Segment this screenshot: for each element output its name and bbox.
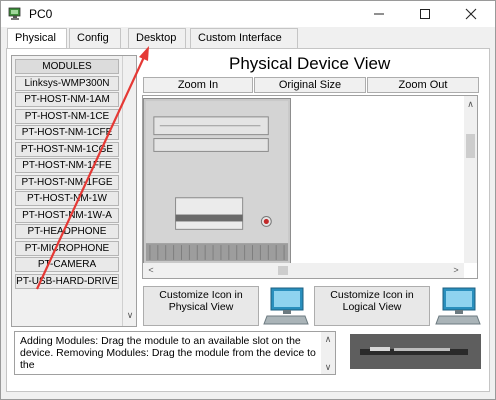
chevron-up-icon[interactable]: ∧ bbox=[323, 334, 333, 344]
module-item[interactable]: PT-HOST-NM-1W bbox=[15, 191, 119, 206]
original-size-button[interactable]: Original Size bbox=[254, 77, 366, 93]
customize-logical-icon-button[interactable]: Customize Icon in Logical View bbox=[314, 286, 430, 326]
module-item[interactable]: PT-HOST-NM-1CE bbox=[15, 108, 119, 124]
modules-header: MODULES bbox=[15, 59, 119, 74]
module-item[interactable]: PT-HOST-NM-1FFE bbox=[15, 158, 119, 173]
device-view-vertical-scrollbar[interactable]: ∧ bbox=[464, 96, 477, 263]
chevron-left-icon[interactable]: < bbox=[146, 265, 156, 275]
horizontal-scroll-thumb[interactable] bbox=[278, 266, 288, 275]
close-icon bbox=[465, 8, 477, 20]
module-item[interactable]: PT-CAMERA bbox=[15, 257, 119, 272]
chevron-up-icon[interactable]: ∧ bbox=[465, 99, 476, 109]
module-item[interactable]: PT-HOST-NM-1CFE bbox=[15, 125, 119, 140]
zoom-out-button[interactable]: Zoom Out bbox=[367, 77, 479, 93]
maximize-button[interactable] bbox=[403, 1, 447, 27]
minimize-icon bbox=[374, 13, 384, 15]
pc-tower-image bbox=[143, 98, 291, 264]
tab-custom-interface[interactable]: Custom Interface bbox=[190, 28, 298, 48]
tab-config[interactable]: Config bbox=[69, 28, 121, 48]
chevron-down-icon[interactable]: ∨ bbox=[125, 310, 135, 320]
module-info-text: Adding Modules: Drag the module to an av… bbox=[20, 335, 316, 371]
module-info-textarea[interactable]: Adding Modules: Drag the module to an av… bbox=[14, 331, 336, 375]
close-button[interactable] bbox=[449, 1, 493, 27]
pc-app-icon bbox=[8, 7, 21, 20]
tab-desktop[interactable]: Desktop bbox=[128, 28, 186, 48]
module-item[interactable]: PT-HOST-NM-1CGE bbox=[15, 141, 119, 157]
module-item[interactable]: PT-HEADPHONE bbox=[15, 224, 119, 239]
chevron-right-icon[interactable]: > bbox=[451, 265, 461, 275]
device-window: PC0 Physical Config Desktop Custom Inter… bbox=[0, 0, 496, 400]
module-item[interactable]: PT-MICROPHONE bbox=[15, 240, 119, 256]
pc-monitor-icon bbox=[263, 287, 309, 325]
minimize-button[interactable] bbox=[357, 1, 401, 27]
module-item[interactable]: PT-USB-HARD-DRIVE bbox=[15, 273, 119, 289]
device-view-title: Physical Device View bbox=[229, 54, 391, 73]
module-item[interactable]: PT-HOST-NM-1FGE bbox=[15, 174, 119, 190]
tab-physical[interactable]: Physical bbox=[7, 28, 67, 49]
pc-monitor-icon bbox=[435, 287, 481, 325]
device-view-horizontal-scrollbar[interactable]: < > bbox=[143, 263, 464, 278]
maximize-icon bbox=[420, 9, 430, 19]
module-preview-image bbox=[350, 334, 481, 369]
module-item[interactable]: PT-HOST-NM-1W-A bbox=[15, 207, 119, 223]
chevron-down-icon[interactable]: ∨ bbox=[323, 362, 333, 372]
vertical-scroll-thumb[interactable] bbox=[466, 134, 475, 158]
zoom-in-button[interactable]: Zoom In bbox=[143, 77, 253, 93]
info-scrollbar[interactable]: ∧ ∨ bbox=[321, 332, 335, 374]
customize-physical-icon-button[interactable]: Customize Icon in Physical View bbox=[143, 286, 259, 326]
modules-scrollbar[interactable]: ∨ bbox=[122, 56, 136, 326]
modules-panel: MODULES Linksys-WMP300N PT-HOST-NM-1AM P… bbox=[11, 55, 137, 327]
window-title: PC0 bbox=[29, 7, 53, 21]
module-item[interactable]: PT-HOST-NM-1AM bbox=[15, 92, 119, 107]
title-bar: PC0 bbox=[1, 1, 495, 27]
module-item[interactable]: Linksys-WMP300N bbox=[15, 75, 119, 91]
